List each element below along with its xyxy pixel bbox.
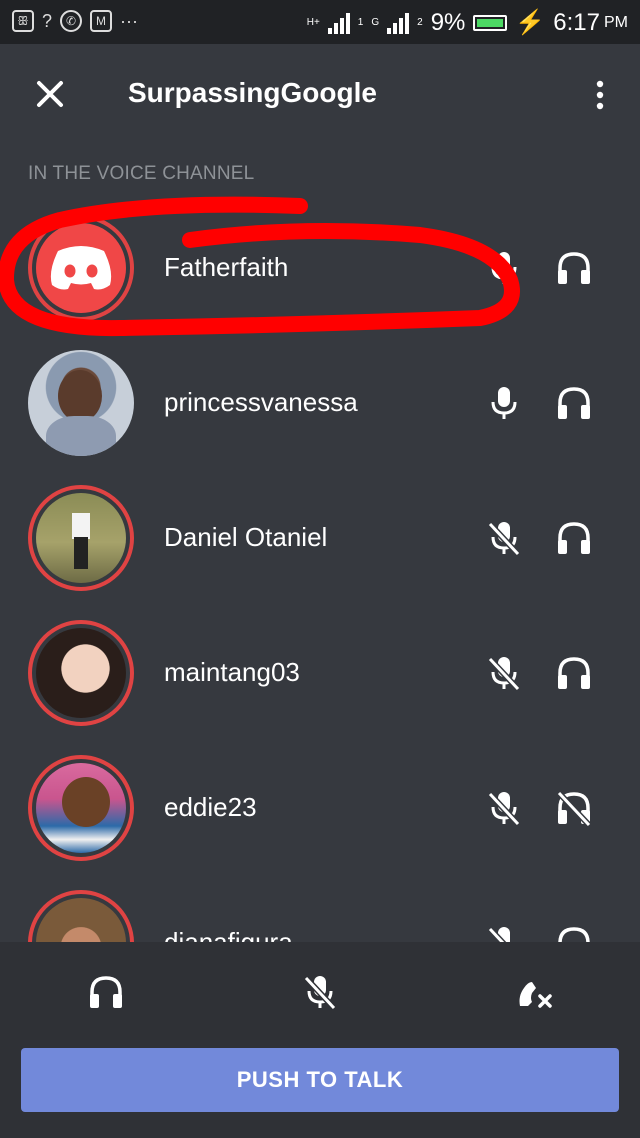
headphones-icon[interactable] <box>86 972 126 1012</box>
signal-icon-sim1 <box>327 12 350 34</box>
avatar <box>28 620 134 726</box>
headphones-icon[interactable] <box>554 248 594 288</box>
signal-icon-sim2 <box>387 12 410 34</box>
muted-microphone-icon[interactable] <box>300 972 340 1012</box>
header: SurpassingGoogle <box>0 44 640 148</box>
more-notifications-icon: ··· <box>120 10 138 31</box>
username: maintang03 <box>164 657 300 687</box>
voice-user-list: Fatherfaith princessvanessa Daniel Otani… <box>0 200 640 942</box>
avatar-photo <box>36 898 126 942</box>
muted-microphone-icon[interactable] <box>484 923 524 942</box>
discord-logo-icon <box>50 246 112 290</box>
user-row[interactable]: Daniel Otaniel <box>0 470 640 605</box>
charging-icon: ⚡ <box>515 9 546 36</box>
user-row[interactable]: Fatherfaith <box>0 200 640 335</box>
user-row[interactable]: dianafigura <box>0 875 640 942</box>
gmail-icon: M <box>90 10 113 32</box>
headphones-icon[interactable] <box>554 518 594 558</box>
disconnect-call-icon[interactable] <box>514 972 554 1012</box>
user-row[interactable]: princessvanessa <box>0 335 640 470</box>
battery-percent: 9% <box>430 8 466 36</box>
headphones-icon[interactable] <box>554 923 594 942</box>
clock-ampm: PM <box>604 13 628 31</box>
avatar <box>28 350 134 456</box>
app-notification-icon: ꕥ <box>12 10 34 32</box>
headphones-icon[interactable] <box>554 653 594 693</box>
username: dianafigura <box>164 927 293 942</box>
username: Daniel Otaniel <box>164 522 328 552</box>
muted-microphone-icon[interactable] <box>484 518 524 558</box>
avatar-photo <box>36 763 126 853</box>
avatar <box>28 215 134 321</box>
network-type-2: G <box>371 17 380 28</box>
username: Fatherfaith <box>164 252 289 282</box>
whatsapp-icon: ✆ <box>60 10 83 32</box>
battery-icon <box>473 14 508 31</box>
deafened-headphones-icon[interactable] <box>554 788 594 828</box>
muted-microphone-icon[interactable] <box>484 653 524 693</box>
avatar <box>28 755 134 861</box>
username: eddie23 <box>164 792 257 822</box>
status-bar: ꕥ ? ✆ M ··· H+ 1 G 2 9% ⚡ 6:17 PM <box>0 0 640 44</box>
user-row[interactable]: maintang03 <box>0 605 640 740</box>
close-icon[interactable] <box>30 74 70 114</box>
avatar-photo <box>58 370 102 422</box>
network-type-1: H+ <box>306 17 320 28</box>
sim2-label: 2 <box>417 17 423 28</box>
muted-microphone-icon[interactable] <box>484 788 524 828</box>
section-label: IN THE VOICE CHANNEL <box>28 163 255 184</box>
push-to-talk-button[interactable]: PUSH TO TALK <box>21 1048 619 1112</box>
headphones-icon[interactable] <box>554 383 594 423</box>
sim1-label: 1 <box>357 17 364 28</box>
channel-title: SurpassingGoogle <box>128 77 377 108</box>
more-options-icon[interactable] <box>590 80 610 110</box>
voice-controls-bar: PUSH TO TALK <box>0 942 640 1138</box>
microphone-icon[interactable] <box>484 248 524 288</box>
help-icon: ? <box>42 10 53 31</box>
username: princessvanessa <box>164 387 358 417</box>
user-row[interactable]: eddie23 <box>0 740 640 875</box>
avatar <box>28 485 134 591</box>
avatar-photo <box>36 493 126 583</box>
clock: 6:17 <box>553 8 600 36</box>
microphone-icon[interactable] <box>484 383 524 423</box>
avatar <box>28 890 134 942</box>
avatar-photo <box>36 628 126 718</box>
